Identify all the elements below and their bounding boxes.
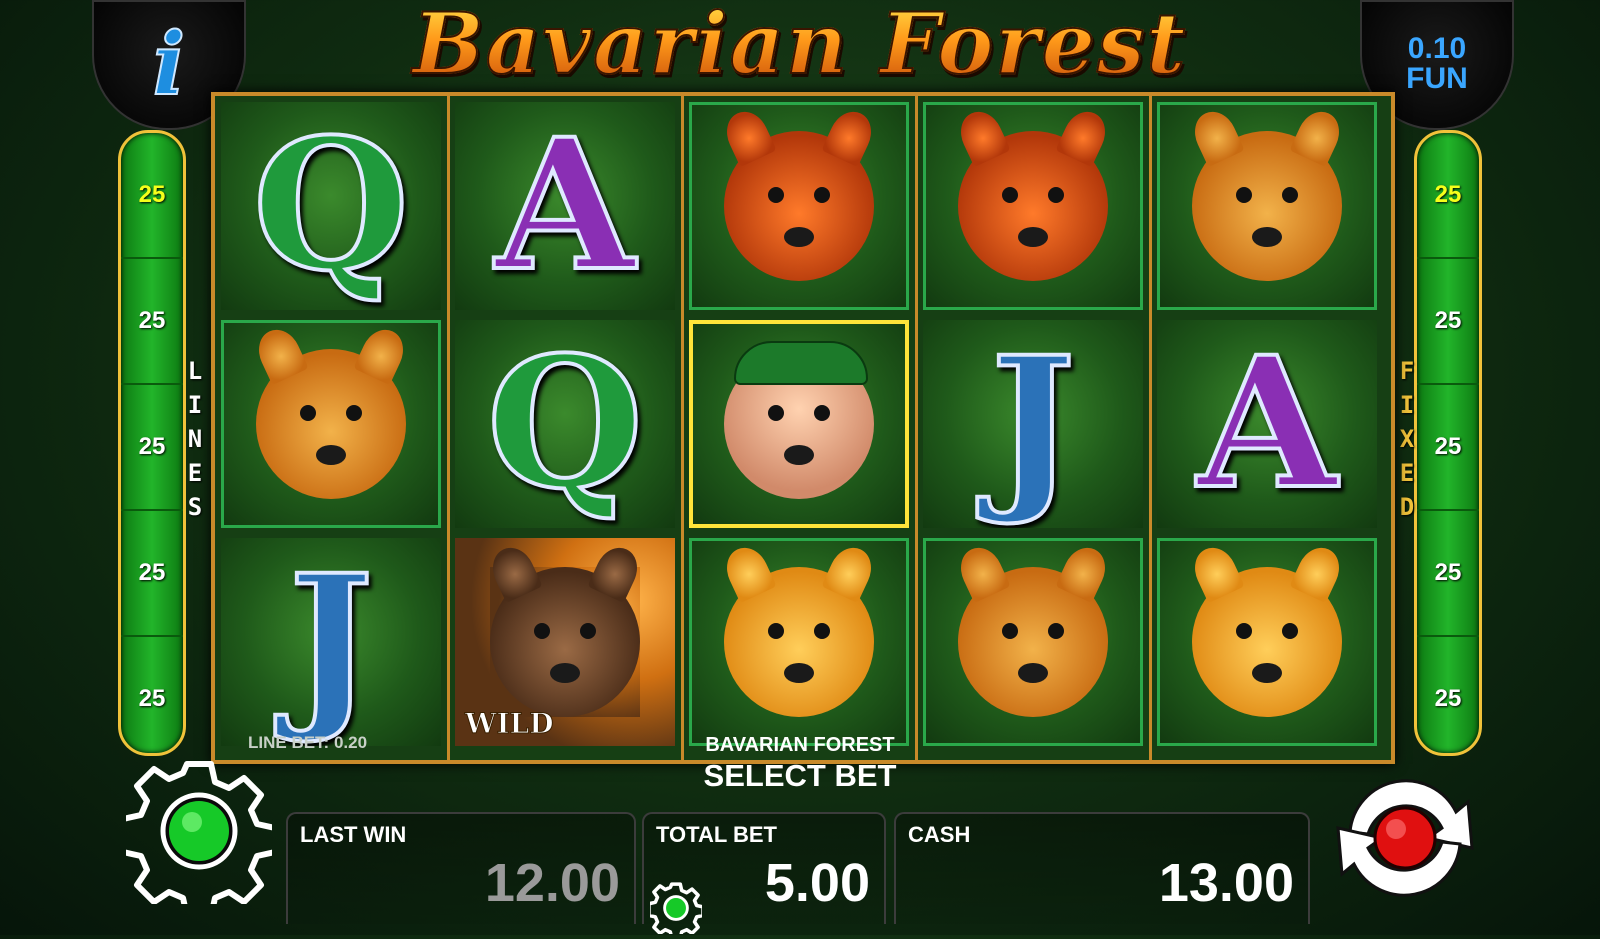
reel-symbol-fox [689, 538, 909, 746]
payline-indicator[interactable]: 25 [121, 385, 183, 511]
payline-indicator[interactable]: 25 [121, 637, 183, 753]
reel-symbol-j: J [221, 538, 441, 746]
letter-j-icon: J [988, 320, 1077, 528]
line-bet-text: LINE BET: 0.20 [248, 733, 368, 752]
letter-q-icon: Q [485, 320, 646, 528]
reel-symbol-q: Q [221, 102, 441, 310]
payline-indicator[interactable]: 25 [1417, 511, 1479, 637]
reel-symbol-j: J [923, 320, 1143, 528]
coin-mode: FUN [1406, 62, 1468, 95]
lines-letter: N [187, 425, 203, 453]
reel-symbol-squirrel [689, 102, 909, 310]
cash-value: 13.00 [1158, 853, 1294, 913]
hunter-icon [724, 341, 874, 499]
payline-indicator[interactable]: 25 [1417, 259, 1479, 385]
reel-4: J [917, 96, 1152, 760]
select-bet-prompt: SELECT BET [703, 758, 897, 793]
cash-panel: CASH 13.00 [894, 812, 1310, 924]
reel-symbol-deer [221, 320, 441, 528]
reel-5: A [1151, 96, 1383, 760]
deer-icon [953, 541, 1113, 717]
squirrel-icon [719, 105, 879, 281]
fixed-letter: F [1399, 357, 1415, 385]
reel-symbol-bear: WILD [455, 538, 675, 746]
fox-icon [719, 541, 879, 717]
fixed-letter: D [1399, 493, 1415, 521]
payline-indicator[interactable]: 25 [121, 511, 183, 637]
spin-button[interactable] [1316, 768, 1494, 908]
game-title: Bavarian Forest [250, 0, 1350, 93]
reel-1: QJ [215, 96, 450, 760]
payline-indicator[interactable]: 25 [1417, 637, 1479, 753]
last-win-value: 12.00 [484, 853, 620, 913]
paylines-left-panel: 25 25 25 25 25 [118, 130, 186, 756]
deer-icon [1187, 105, 1347, 281]
reel-symbol-squirrel [923, 102, 1143, 310]
lines-letter: L [187, 357, 203, 385]
letter-j-icon: J [286, 538, 375, 746]
cash-label: CASH [908, 822, 971, 847]
coin-value: 0.10 [1407, 32, 1467, 65]
settings-button[interactable] [120, 758, 278, 919]
reel-symbol-deer [1157, 102, 1377, 310]
fixed-label: F I X E D [1392, 354, 1422, 524]
payline-indicator[interactable]: 25 [1417, 385, 1479, 511]
lines-letter: E [187, 459, 203, 487]
letter-a-icon: A [493, 102, 637, 310]
lines-letter: I [187, 391, 203, 419]
info-icon: i [152, 14, 187, 115]
reel-2: A Q WILD [449, 96, 684, 760]
reel-symbol-a: A [1157, 320, 1377, 528]
fixed-letter: X [1399, 425, 1415, 453]
payline-indicator[interactable]: 25 [121, 259, 183, 385]
fox-icon [1187, 541, 1347, 717]
wild-label: WILD [465, 707, 555, 741]
game-name-label: BAVARIAN FOREST [705, 734, 895, 756]
payline-indicator[interactable]: 25 [121, 133, 183, 259]
reel-symbol-a: A [455, 102, 675, 310]
gear-icon [120, 761, 278, 919]
last-win-panel: LAST WIN 12.00 [286, 812, 636, 924]
reel-symbol-fox [1157, 538, 1377, 746]
letter-a-icon: A [1195, 320, 1339, 528]
total-bet-value: 5.00 [764, 853, 870, 913]
reel-symbol-deer [923, 538, 1143, 746]
reel-3 [683, 96, 918, 760]
total-bet-label: TOTAL BET [656, 822, 777, 847]
reel-symbol-q: Q [455, 320, 675, 528]
last-win-label: LAST WIN [300, 822, 407, 847]
spin-icon [1336, 779, 1474, 897]
paylines-right-panel: 25 25 25 25 25 [1414, 130, 1482, 756]
payline-indicator[interactable]: 25 [1417, 133, 1479, 259]
deer-icon [251, 323, 411, 499]
reel-symbol-hunter [689, 320, 909, 528]
bear-icon [485, 540, 645, 717]
letter-q-icon: Q [251, 102, 412, 310]
small-gear-icon [647, 882, 705, 939]
lines-letter: S [187, 493, 203, 521]
reel-area: Q J A Q WILD J A [211, 92, 1395, 764]
lines-label: L I N E S [180, 354, 210, 524]
bet-settings-button[interactable] [647, 882, 705, 939]
fixed-letter: E [1399, 459, 1415, 487]
fixed-letter: I [1399, 391, 1415, 419]
squirrel-icon [953, 105, 1113, 281]
